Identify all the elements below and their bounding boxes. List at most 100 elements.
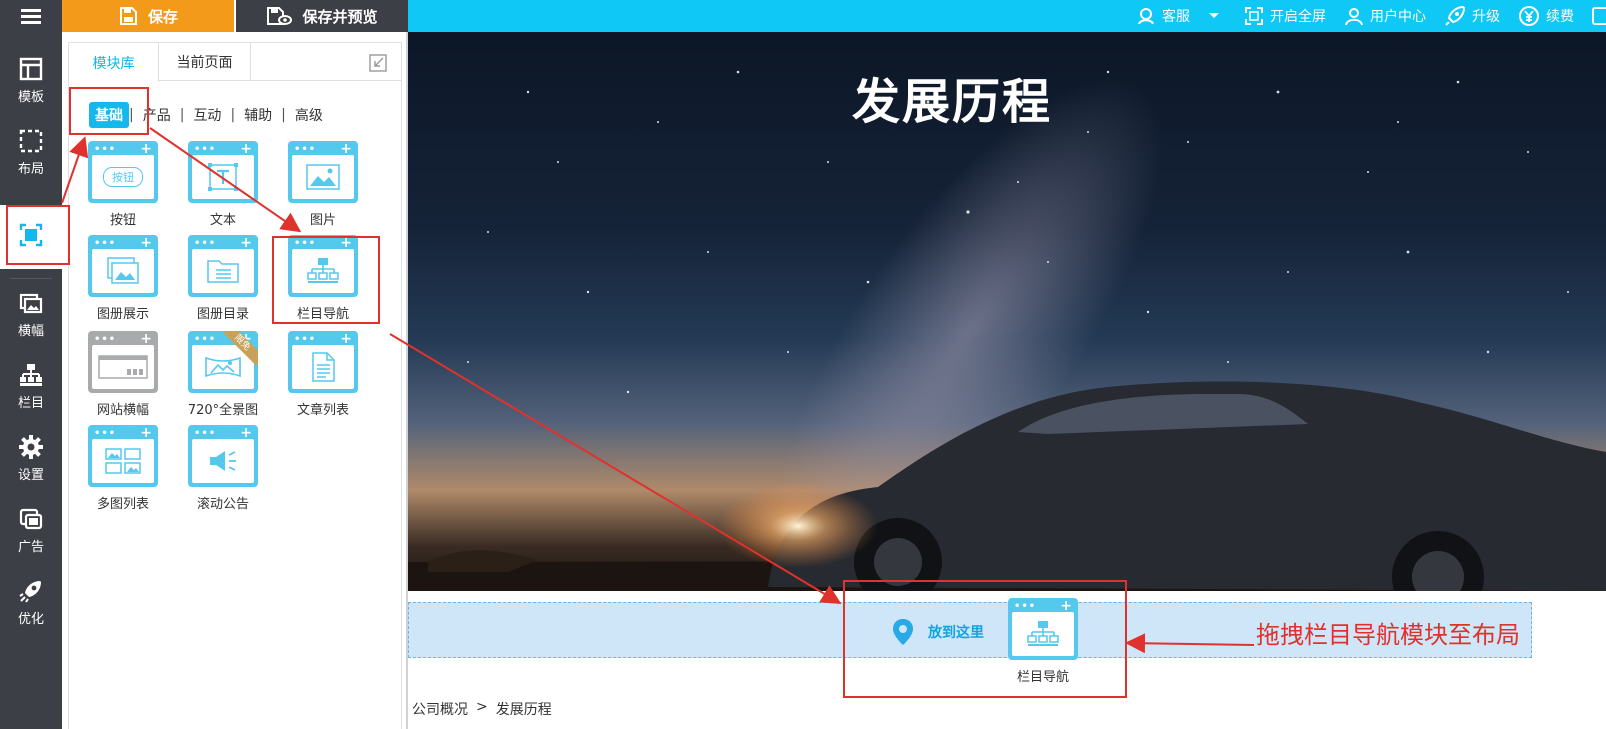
upgrade-label: 升级 <box>1472 9 1500 25</box>
rail-item-banner[interactable]: 横幅 <box>0 282 62 346</box>
highlight-box-basic-category <box>69 87 149 135</box>
module-image[interactable]: ••• + 图片 <box>286 141 360 231</box>
fullscreen-link[interactable]: 开启全屏 <box>1244 6 1326 26</box>
column-icon <box>20 363 42 386</box>
tab-current-page[interactable]: 当前页面 <box>159 43 251 81</box>
save-button[interactable]: 保存 <box>62 0 234 32</box>
customer-service-link[interactable]: 客服 <box>1136 6 1226 26</box>
banner-icon <box>98 355 148 379</box>
module-multi-image-list[interactable]: ••• + 多图列表 <box>86 425 160 515</box>
megaphone-icon <box>210 451 236 471</box>
module-gallery-display-icon: ••• + <box>88 235 158 297</box>
rail-label-optimize: 优化 <box>17 611 44 627</box>
module-text-icon: ••• + <box>188 141 258 203</box>
module-gallery-display[interactable]: ••• + 图册展示 <box>86 235 160 325</box>
module-gallery-catalog[interactable]: ••• + 图册目录 <box>186 235 260 325</box>
gallery-icon <box>107 257 139 284</box>
module-multi-image-list-icon: ••• + <box>88 425 158 487</box>
user-center-label: 用户中心 <box>1370 9 1426 25</box>
breadcrumb: 公司概况 > 发展历程 <box>412 699 552 719</box>
rocket-icon <box>19 580 41 603</box>
upgrade-link[interactable]: 升级 <box>1444 5 1500 27</box>
module-label: 文章列表 <box>296 403 349 418</box>
rail-item-ads[interactable]: 广告 <box>0 498 62 562</box>
highlight-box-module-rail <box>6 205 70 265</box>
rail-label-layout: 布局 <box>17 161 44 177</box>
module-label: 图册展示 <box>96 307 149 322</box>
save-preview-button[interactable]: 保存并预览 <box>236 0 408 32</box>
highlight-box-column-navigation <box>272 236 380 324</box>
headset-icon <box>1138 8 1154 25</box>
rail-item-template[interactable]: 模板 <box>0 48 62 112</box>
rail-label-column: 栏目 <box>17 395 44 411</box>
module-gallery-catalog-icon: ••• + <box>188 235 258 297</box>
fullscreen-icon <box>1245 7 1263 25</box>
rail-label-ads: 广告 <box>17 539 44 555</box>
hero-title: 发展历程 <box>851 74 1052 130</box>
rail-divider <box>10 278 52 279</box>
fullscreen-label: 开启全屏 <box>1270 9 1326 25</box>
top-links: 客服 开启全屏 用户中心 升级 续费 <box>1136 0 1606 32</box>
module-scrolling-notice-icon: ••• + <box>188 425 258 487</box>
menu-icon[interactable] <box>0 0 62 32</box>
yen-icon <box>1519 6 1539 26</box>
free-ribbon-label: 限免 <box>224 331 258 365</box>
user-icon <box>1345 8 1363 26</box>
user-center-link[interactable]: 用户中心 <box>1344 6 1426 26</box>
template-icon <box>19 57 43 80</box>
folder-list-icon <box>207 260 239 283</box>
rail-label-banner: 横幅 <box>17 323 44 339</box>
rail-item-optimize[interactable]: 优化 <box>0 570 62 634</box>
module-article-list-icon: ••• + <box>288 331 358 393</box>
rail-item-layout[interactable]: 布局 <box>0 120 62 184</box>
annotation-text: 拖拽栏目导航模块至布局 <box>1256 621 1520 649</box>
module-article-list[interactable]: ••• + 文章列表 <box>286 331 360 421</box>
hero-banner: 发展历程 <box>408 32 1606 591</box>
panel-tabs: 模块库 当前页面 <box>69 43 401 82</box>
image-icon <box>306 164 340 190</box>
save-preview-button-label: 保存并预览 <box>302 7 378 26</box>
breadcrumb-separator: > <box>476 699 488 715</box>
module-scrolling-notice[interactable]: ••• + 滚动公告 <box>186 425 260 515</box>
banner-icon <box>19 293 43 313</box>
rocket-icon <box>1445 5 1466 26</box>
category-auxiliary[interactable]: 辅助 <box>235 105 281 125</box>
image-grid-icon <box>105 448 141 474</box>
module-label: 文本 <box>209 213 236 228</box>
module-panorama-icon: •••+ 限免 <box>188 331 258 393</box>
module-panorama[interactable]: •••+ 限免 720°全景图 <box>186 331 260 421</box>
editor-root: { "rail": { "items": [ {"label": "模板", "… <box>0 0 1606 729</box>
save-icon <box>119 7 137 25</box>
module-label: 720°全景图 <box>187 403 259 418</box>
rail-item-settings[interactable]: 设置 <box>0 426 62 490</box>
renew-label: 续费 <box>1546 9 1574 25</box>
module-panel-body: 模块库 当前页面 基础 | 产品 | 互动 | 辅助 | 高级 •••+ 按钮 <box>68 42 402 729</box>
highlight-box-drop-target <box>843 580 1127 698</box>
chevron-down-icon[interactable] <box>1208 12 1220 20</box>
module-button-icon: ••• + 按钮 <box>88 141 158 203</box>
left-rail: 模板 布局 横幅 栏目 设置 广告 优化 <box>0 0 62 729</box>
module-panel: 模块库 当前页面 基础 | 产品 | 互动 | 辅助 | 高级 •••+ 按钮 <box>62 32 408 729</box>
module-image-icon: ••• + <box>288 141 358 203</box>
breadcrumb-item: 发展历程 <box>495 702 552 718</box>
module-site-banner-icon: ••• + <box>88 331 158 393</box>
module-label: 按钮 <box>109 213 136 228</box>
text-icon <box>208 163 238 191</box>
customer-service-label: 客服 <box>1162 9 1190 25</box>
module-button[interactable]: ••• + 按钮 按钮 <box>86 141 160 231</box>
module-text[interactable]: ••• + 文本 <box>186 141 260 231</box>
button-shape-icon: 按钮 <box>103 167 143 187</box>
module-site-banner[interactable]: ••• + 网站横幅 <box>86 331 160 421</box>
rail-item-column[interactable]: 栏目 <box>0 354 62 418</box>
rail-label-settings: 设置 <box>17 467 44 483</box>
module-label: 网站横幅 <box>96 403 149 418</box>
free-ribbon: 限免 <box>224 331 258 365</box>
tab-module-library[interactable]: 模块库 <box>69 43 159 82</box>
renew-link[interactable]: 续费 <box>1518 5 1574 27</box>
chat-icon[interactable] <box>1592 7 1606 25</box>
expand-icon[interactable] <box>369 54 387 72</box>
category-interaction[interactable]: 互动 <box>184 105 230 125</box>
rail-label-template: 模板 <box>17 89 44 105</box>
category-advanced[interactable]: 高级 <box>286 105 332 125</box>
breadcrumb-item[interactable]: 公司概况 <box>412 699 468 719</box>
